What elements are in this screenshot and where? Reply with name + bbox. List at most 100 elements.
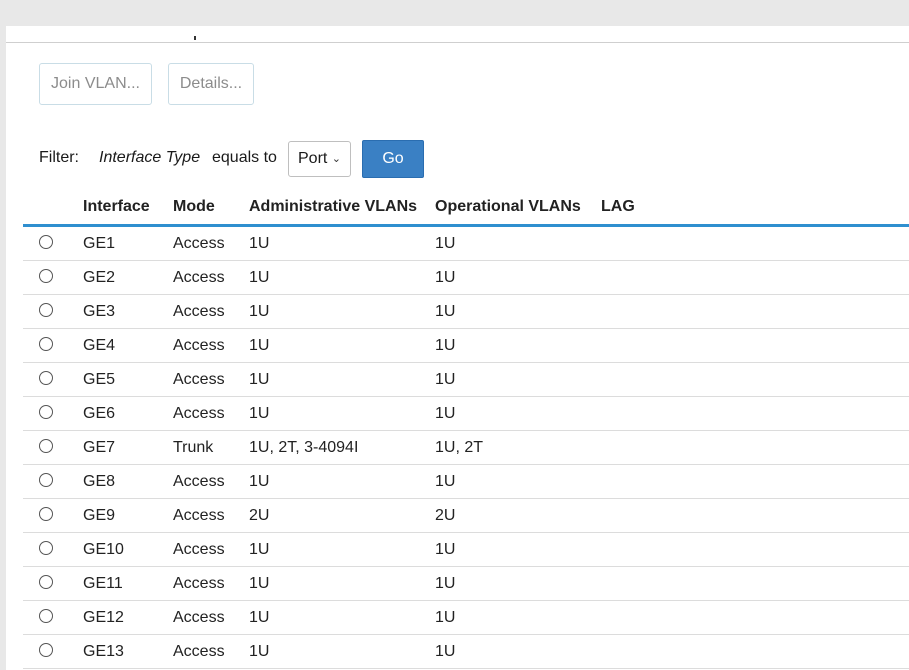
table-header: Interface Mode Administrative VLANs Oper…: [23, 192, 909, 227]
table-row[interactable]: GE7 Trunk 1U, 2T, 3-4094I 1U, 2T: [23, 431, 909, 465]
row-select-radio[interactable]: [39, 609, 53, 623]
row-select-radio[interactable]: [39, 337, 53, 351]
interface-type-select[interactable]: Port ⌄: [288, 141, 351, 177]
table-row[interactable]: GE12 Access 1U 1U: [23, 601, 909, 635]
top-bar: [0, 0, 909, 26]
row-select-radio[interactable]: [39, 643, 53, 657]
cell-mode: Access: [173, 643, 225, 660]
cell-interface: GE1: [83, 235, 116, 252]
cell-admin-vlans: 1U: [249, 575, 270, 592]
cell-interface: GE7: [83, 439, 116, 456]
column-header-mode[interactable]: Mode: [173, 198, 215, 216]
join-vlan-button[interactable]: Join VLAN...: [39, 63, 152, 105]
cell-admin-vlans: 1U: [249, 643, 270, 660]
cell-admin-vlans: 1U: [249, 609, 270, 626]
row-select-radio[interactable]: [39, 507, 53, 521]
interface-type-select-value: Port: [298, 150, 328, 167]
cell-admin-vlans: 1U: [249, 371, 270, 388]
cell-interface: GE13: [83, 643, 124, 660]
row-select-radio[interactable]: [39, 371, 53, 385]
cell-interface: GE5: [83, 371, 116, 388]
cell-interface: GE12: [83, 609, 124, 626]
cell-oper-vlans: 1U: [435, 575, 456, 592]
cell-mode: Access: [173, 235, 225, 252]
details-button[interactable]: Details...: [168, 63, 254, 105]
cell-oper-vlans: 1U: [435, 643, 456, 660]
cell-admin-vlans: 1U, 2T, 3-4094I: [249, 439, 359, 456]
row-select-radio[interactable]: [39, 575, 53, 589]
cell-interface: GE2: [83, 269, 116, 286]
cell-oper-vlans: 1U: [435, 541, 456, 558]
content-panel: Join VLAN... Details... Filter: Interfac…: [6, 26, 909, 670]
cell-admin-vlans: 1U: [249, 269, 270, 286]
page-title-clipped: [194, 36, 200, 40]
table-row[interactable]: GE13 Access 1U 1U: [23, 635, 909, 669]
table-row[interactable]: GE1 Access 1U 1U: [23, 227, 909, 261]
cell-oper-vlans: 1U: [435, 303, 456, 320]
cell-interface: GE11: [83, 575, 123, 592]
table-row[interactable]: GE10 Access 1U 1U: [23, 533, 909, 567]
filter-operator: equals to: [212, 149, 277, 166]
filter-row: Filter: Interface Type equals to Port ⌄ …: [39, 140, 639, 178]
table-row[interactable]: GE3 Access 1U 1U: [23, 295, 909, 329]
cell-mode: Trunk: [173, 439, 214, 456]
filter-label: Filter:: [39, 149, 79, 166]
row-select-radio[interactable]: [39, 439, 53, 453]
row-select-radio[interactable]: [39, 405, 53, 419]
cell-mode: Access: [173, 473, 225, 490]
table-body: GE1 Access 1U 1U GE2 Access 1U 1U GE3 Access 1U 1U G…: [23, 227, 909, 669]
table-row[interactable]: GE6 Access 1U 1U: [23, 397, 909, 431]
cell-mode: Access: [173, 269, 225, 286]
cell-interface: GE6: [83, 405, 116, 422]
table-row[interactable]: GE4 Access 1U 1U: [23, 329, 909, 363]
row-select-radio[interactable]: [39, 303, 53, 317]
cell-oper-vlans: 1U: [435, 235, 456, 252]
cell-oper-vlans: 1U: [435, 609, 456, 626]
row-select-radio[interactable]: [39, 235, 53, 249]
cell-oper-vlans: 1U: [435, 405, 456, 422]
cell-admin-vlans: 1U: [249, 405, 270, 422]
cell-oper-vlans: 1U: [435, 473, 456, 490]
row-select-radio[interactable]: [39, 473, 53, 487]
filter-field-name: Interface Type: [99, 149, 201, 166]
cell-mode: Access: [173, 507, 225, 524]
cell-oper-vlans: 1U: [435, 371, 456, 388]
go-button[interactable]: Go: [362, 140, 424, 178]
cell-mode: Access: [173, 337, 225, 354]
cell-oper-vlans: 1U: [435, 337, 456, 354]
column-header-oper-vlans[interactable]: Operational VLANs: [435, 198, 581, 216]
cell-admin-vlans: 1U: [249, 541, 270, 558]
column-header-interface[interactable]: Interface: [83, 198, 150, 216]
cell-oper-vlans: 1U: [435, 269, 456, 286]
cell-admin-vlans: 1U: [249, 337, 270, 354]
cell-interface: GE8: [83, 473, 116, 490]
cell-admin-vlans: 2U: [249, 507, 270, 524]
row-select-radio[interactable]: [39, 541, 53, 555]
cell-mode: Access: [173, 609, 225, 626]
cell-admin-vlans: 1U: [249, 235, 270, 252]
vlan-membership-table: Interface Mode Administrative VLANs Oper…: [23, 192, 909, 669]
table-row[interactable]: GE11 Access 1U 1U: [23, 567, 909, 601]
table-row[interactable]: GE9 Access 2U 2U: [23, 499, 909, 533]
column-header-lag[interactable]: LAG: [601, 198, 635, 216]
table-row[interactable]: GE8 Access 1U 1U: [23, 465, 909, 499]
table-row[interactable]: GE2 Access 1U 1U: [23, 261, 909, 295]
cell-admin-vlans: 1U: [249, 473, 270, 490]
cell-oper-vlans: 1U, 2T: [435, 439, 484, 456]
cell-mode: Access: [173, 541, 225, 558]
cell-mode: Access: [173, 405, 225, 422]
cell-mode: Access: [173, 371, 225, 388]
cell-mode: Access: [173, 303, 225, 320]
column-header-admin-vlans[interactable]: Administrative VLANs: [249, 198, 417, 216]
cell-interface: GE9: [83, 507, 116, 524]
chevron-down-icon: ⌄: [331, 153, 341, 165]
row-select-radio[interactable]: [39, 269, 53, 283]
cell-interface: GE4: [83, 337, 116, 354]
table-row[interactable]: GE5 Access 1U 1U: [23, 363, 909, 397]
cell-mode: Access: [173, 575, 225, 592]
header-divider: [6, 42, 909, 43]
cell-oper-vlans: 2U: [435, 507, 456, 524]
cell-admin-vlans: 1U: [249, 303, 270, 320]
cell-interface: GE10: [83, 541, 124, 558]
cell-interface: GE3: [83, 303, 116, 320]
